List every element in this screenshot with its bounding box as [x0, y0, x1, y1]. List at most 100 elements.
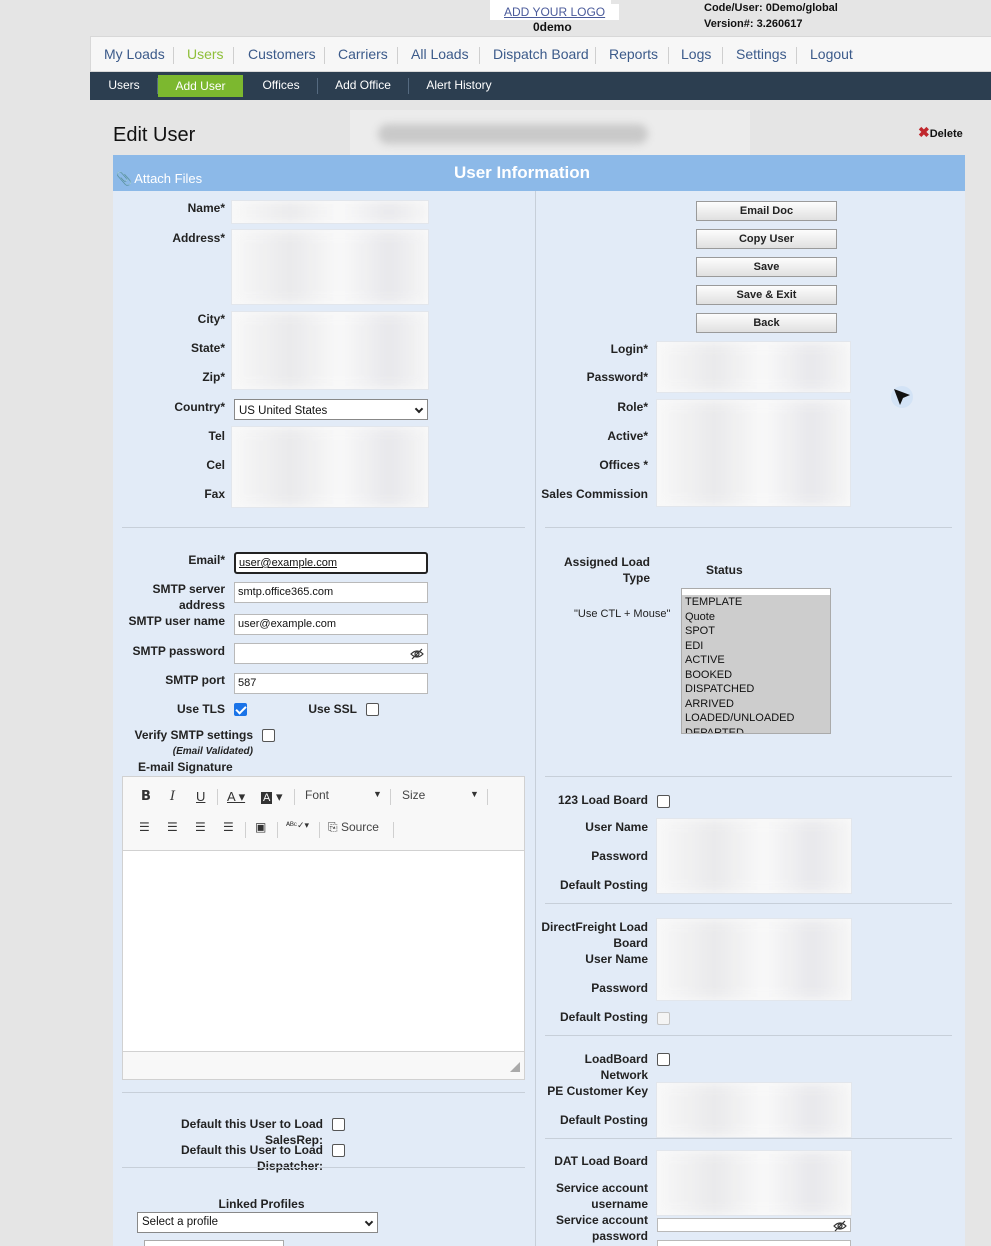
name-field[interactable]: [231, 200, 429, 224]
list-item[interactable]: DISPATCHED: [682, 682, 830, 697]
nav-logout[interactable]: Logout: [810, 46, 853, 62]
list-item[interactable]: DEPARTED: [682, 725, 830, 733]
eye-off-icon[interactable]: [410, 648, 424, 660]
verify-smtp-checkbox[interactable]: [262, 729, 275, 742]
source-button[interactable]: ⎘ Source: [328, 820, 379, 835]
lb123-checkbox[interactable]: [657, 795, 670, 808]
use-tls-checkbox[interactable]: [234, 703, 247, 716]
italic-icon[interactable]: I: [170, 789, 175, 804]
address-field[interactable]: [231, 229, 429, 305]
list-item[interactable]: TEMPLATE: [682, 595, 830, 610]
tel-label: Tel: [208, 429, 225, 443]
copy-user-button[interactable]: Copy User: [696, 229, 837, 249]
nav-my-loads[interactable]: My Loads: [104, 46, 165, 62]
subnav-alert-history[interactable]: Alert History: [415, 72, 503, 98]
fax-label: Fax: [204, 487, 225, 501]
bold-icon[interactable]: B: [141, 789, 151, 804]
df-fields[interactable]: [656, 918, 852, 1001]
nav-reports[interactable]: Reports: [609, 46, 658, 62]
align-center-icon[interactable]: ☰: [167, 820, 178, 834]
nav-all-loads[interactable]: All Loads: [411, 46, 469, 62]
smtp-user-field[interactable]: user@example.com: [234, 614, 428, 635]
list-item[interactable]: Quote: [682, 609, 830, 624]
use-ssl-checkbox[interactable]: [366, 703, 379, 716]
dat-fields[interactable]: [656, 1150, 852, 1216]
size-dropdown[interactable]: Size: [402, 788, 425, 802]
delete-button[interactable]: ✖Delete: [918, 124, 963, 141]
subnav-users[interactable]: Users: [95, 72, 153, 98]
chevron-down-icon: ▼: [470, 789, 479, 799]
divider: [545, 903, 952, 904]
font-dropdown[interactable]: Font: [305, 788, 329, 802]
linked-profile-select[interactable]: Select a profile: [137, 1212, 378, 1233]
loadboard-network-checkbox[interactable]: [657, 1053, 670, 1066]
underline-icon[interactable]: U: [196, 789, 205, 804]
nav-dispatch-board[interactable]: Dispatch Board: [493, 46, 589, 62]
df-username-label: User Name: [585, 952, 648, 966]
nav-logs[interactable]: Logs: [681, 46, 711, 62]
list-item[interactable]: ARRIVED: [682, 696, 830, 711]
df-default-posting-checkbox[interactable]: [657, 1012, 670, 1025]
country-select[interactable]: US United States: [234, 399, 428, 420]
login-password-fields[interactable]: [656, 341, 851, 393]
nav-customers[interactable]: Customers: [248, 46, 316, 62]
divider: [122, 1092, 525, 1093]
list-item[interactable]: SPOT: [682, 624, 830, 639]
role-active-offices-fields[interactable]: [656, 399, 851, 507]
smtp-password-field[interactable]: [234, 643, 428, 664]
eye-off-icon[interactable]: [833, 1220, 847, 1232]
save-button[interactable]: Save: [696, 257, 837, 277]
loadboard-network-label: LoadBoard Network: [584, 1052, 648, 1082]
default-dispatcher-checkbox[interactable]: [332, 1144, 345, 1157]
justify-icon[interactable]: ☰: [223, 820, 234, 834]
subnav-add-office[interactable]: Add Office: [326, 72, 400, 98]
cursor-icon: [891, 386, 913, 408]
status-listbox[interactable]: TEMPLATE Quote SPOT EDI ACTIVE BOOKED DI…: [681, 588, 831, 734]
resize-handle-icon[interactable]: [510, 1062, 520, 1072]
back-button[interactable]: Back: [696, 313, 837, 333]
email-doc-button[interactable]: Email Doc: [696, 201, 837, 221]
list-item[interactable]: LOADED/UNLOADED: [682, 711, 830, 726]
active-label: Active*: [607, 429, 648, 443]
smtp-server-field[interactable]: smtp.office365.com: [234, 582, 428, 603]
lb123-fields[interactable]: [656, 818, 852, 894]
use-tls-label: Use TLS: [176, 702, 225, 716]
bg-color-icon[interactable]: A ▾: [261, 789, 282, 805]
verify-smtp-label: Verify SMTP settings: [134, 728, 253, 742]
nav-users[interactable]: Users: [187, 46, 224, 62]
nav-carriers[interactable]: Carriers: [338, 46, 388, 62]
subnav-offices[interactable]: Offices: [250, 72, 312, 98]
smtp-port-field[interactable]: 587: [234, 673, 428, 694]
next-field[interactable]: [657, 1240, 851, 1246]
column-divider: [535, 191, 536, 1246]
chevron-down-icon: ▼: [373, 789, 382, 799]
text-color-icon[interactable]: A ▾: [227, 789, 245, 805]
cel-label: Cel: [206, 458, 225, 472]
lbn-fields[interactable]: [656, 1082, 852, 1138]
save-exit-button[interactable]: Save & Exit: [696, 285, 837, 305]
subnav-add-user[interactable]: Add User: [158, 75, 243, 97]
email-field[interactable]: user@example.com: [234, 552, 428, 574]
assigned-load-type-label: Assigned Load Type: [563, 555, 650, 585]
lb123-password-label: Password: [591, 849, 648, 863]
email-validated-note: (Email Validated): [172, 746, 253, 757]
city-state-zip-fields[interactable]: [231, 311, 429, 390]
paperclip-icon: 📎: [116, 171, 133, 186]
version: Version#: 3.260617: [704, 18, 803, 30]
list-item[interactable]: ACTIVE: [682, 653, 830, 668]
align-left-icon[interactable]: ☰: [139, 820, 150, 834]
nav-settings[interactable]: Settings: [736, 46, 787, 62]
directfreight-label: DirectFreight Load Board: [541, 920, 648, 950]
attach-files[interactable]: 📎 Attach Files: [116, 171, 202, 187]
phone-fields[interactable]: [231, 426, 429, 508]
default-salesrep-checkbox[interactable]: [332, 1118, 345, 1131]
section-header: 📎 Attach Files User Information: [113, 155, 965, 191]
list-item[interactable]: BOOKED: [682, 667, 830, 682]
align-right-icon[interactable]: ☰: [195, 820, 206, 834]
add-logo-link[interactable]: ADD YOUR LOGO: [490, 4, 620, 20]
svc-password-field[interactable]: [657, 1218, 851, 1232]
image-icon[interactable]: ▣: [255, 820, 266, 834]
linked-profiles-list[interactable]: [144, 1240, 284, 1246]
list-item[interactable]: EDI: [682, 638, 830, 653]
spellcheck-icon[interactable]: ᴬᴮᶜ✓▾: [286, 820, 309, 831]
